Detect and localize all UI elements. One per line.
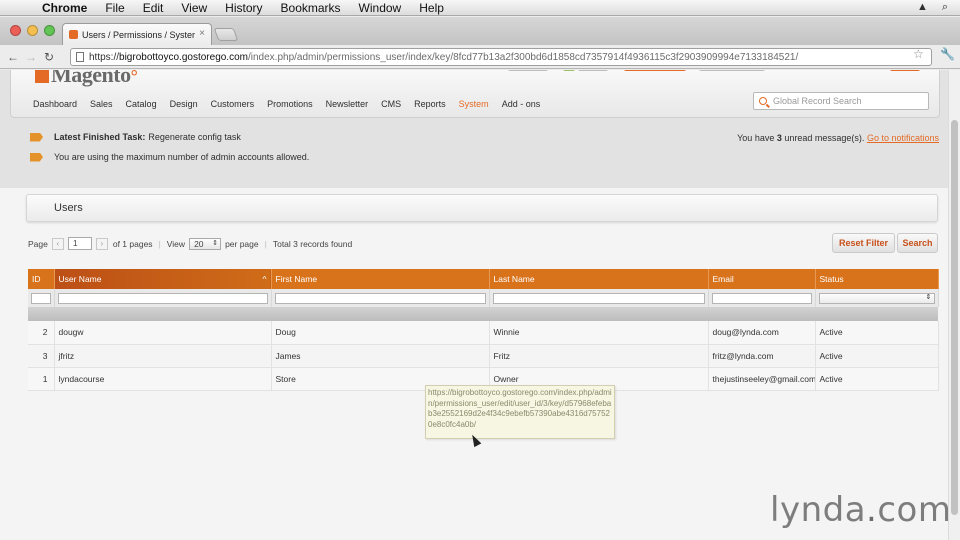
adobe-icon[interactable]: ▲ [917,1,928,14]
nav-newsletter[interactable]: Newsletter [326,99,369,109]
magento-logo[interactable]: Magento° [35,70,138,88]
link-url-tooltip: https://bigrobottoyco.gostorego.com/inde… [425,385,615,439]
column-header-email[interactable]: Email [708,269,816,289]
per-page-select[interactable]: 20 [189,237,222,250]
page-icon [76,52,84,62]
filter-last-name-input[interactable] [492,293,705,304]
menu-edit[interactable]: Edit [143,1,164,15]
window-controls [10,25,55,36]
search-icon [759,97,767,105]
task-text: Regenerate config task [148,132,241,142]
task-label: Latest Finished Task: [54,132,146,142]
address-bar[interactable]: https://bigrobottoyco.gostorego.com/inde… [70,48,932,66]
page-title: Users [54,202,83,214]
column-header-id[interactable]: ID [28,269,55,289]
flag-icon [30,152,43,162]
nav-promotions[interactable]: Promotions [267,99,313,109]
global-search-input[interactable]: Global Record Search [753,92,929,110]
table-row[interactable]: 3 jfritz James Fritz fritz@lynda.com Act… [28,344,939,368]
url-path: /index.php/admin/permissions_user/index/… [247,51,799,63]
nav-system[interactable]: System [459,99,489,109]
star-icon[interactable]: ☆ [913,47,924,61]
scrollbar-thumb[interactable] [951,120,958,515]
forward-arrow-icon[interactable]: → [22,50,40,64]
task-message: Latest Finished Task: Regenerate config … [30,132,241,142]
admin-nav: Dashboard Sales Catalog Design Customers… [33,99,540,109]
users-grid: ID User Name ^ First Name Last Name Email… [28,269,939,391]
header-link-chip[interactable] [508,70,548,71]
lynda-watermark: lynda.com [770,490,948,530]
mac-menubar: Chrome File Edit View History Bookmarks … [0,0,960,16]
column-header-user-name[interactable]: User Name ^ [54,269,272,289]
nav-dashboard[interactable]: Dashboard [33,99,77,109]
prev-page-icon[interactable]: ‹ [51,237,64,250]
header-link-chip[interactable] [563,70,575,71]
unread-count: 3 [776,133,782,143]
new-tab-button[interactable] [213,28,239,41]
filter-email-input[interactable] [711,293,812,304]
menu-app-name[interactable]: Chrome [42,1,87,15]
nav-catalog[interactable]: Catalog [126,99,157,109]
close-tab-icon[interactable]: × [199,28,205,39]
browser-tab[interactable]: Users / Permissions / Syster × [62,23,212,45]
back-arrow-icon[interactable]: ← [4,50,22,64]
reset-filter-button[interactable]: Reset Filter [832,233,895,253]
limit-text: You are using the maximum number of admi… [54,152,310,162]
magento-favicon-icon [69,30,78,39]
filter-status-select[interactable] [818,293,935,304]
header-link-chip[interactable] [578,70,608,71]
table-row[interactable]: 2 dougw Doug Winnie doug@lynda.com Activ… [28,321,939,345]
url-domain: bigrobottoyco.gostorego.com [119,51,248,63]
spotlight-search-icon[interactable]: ⌕ [942,1,948,14]
reload-icon[interactable]: ↻ [40,50,58,64]
total-records: Total 3 records found [272,238,353,249]
column-header-last-name[interactable]: Last Name [489,269,709,289]
search-button[interactable]: Search [897,233,938,253]
menu-help[interactable]: Help [419,1,444,15]
browser-tab-strip: Users / Permissions / Syster × [0,17,960,45]
go-to-notifications-link[interactable]: Go to notifications [867,133,939,143]
menu-view[interactable]: View [181,1,207,15]
tab-title: Users / Permissions / Syster [82,29,196,40]
filter-user-name-input[interactable] [57,293,268,304]
column-header-status[interactable]: Status [815,269,939,289]
grid-pager: Page ‹ 1 › of 1 pages | View 20 per page… [28,237,352,250]
header-link-chip[interactable] [699,70,765,71]
zoom-window-icon[interactable] [44,25,55,36]
limit-message: You are using the maximum number of admi… [30,152,309,162]
menu-history[interactable]: History [225,1,262,15]
filter-row [28,289,939,307]
nav-reports[interactable]: Reports [414,99,446,109]
page-scrollbar[interactable] [948,70,960,540]
menu-file[interactable]: File [105,1,124,15]
minimize-window-icon[interactable] [27,25,38,36]
wrench-icon[interactable]: 🔧 [940,47,955,61]
menu-bookmarks[interactable]: Bookmarks [281,1,341,15]
nav-design[interactable]: Design [170,99,198,109]
page-count: of 1 pages [112,238,153,249]
flag-icon [30,132,43,142]
column-header-first-name[interactable]: First Name [271,269,490,289]
page-viewport: Magento° Dashboard Sales Catalog Design … [0,70,948,540]
menu-window[interactable]: Window [359,1,402,15]
header-link-chip[interactable] [890,70,920,71]
header-panel: Magento° Dashboard Sales Catalog Design … [10,70,940,118]
sort-asc-icon: ^ [262,274,267,284]
nav-addons[interactable]: Add - ons [502,99,541,109]
header-link-chip[interactable] [624,70,686,71]
unread-messages: You have 3 unread message(s). Go to noti… [737,133,939,143]
nav-sales[interactable]: Sales [90,99,113,109]
users-section-header: Users [26,194,938,222]
filter-first-name-input[interactable] [274,293,486,304]
magento-logo-icon [35,70,49,83]
browser-toolbar: ← → ↻ https://bigrobottoyco.gostorego.co… [0,45,960,69]
nav-customers[interactable]: Customers [211,99,255,109]
nav-cms[interactable]: CMS [381,99,401,109]
page-number-input[interactable]: 1 [67,237,92,250]
next-page-icon[interactable]: › [95,237,108,250]
search-placeholder: Global Record Search [773,96,862,106]
filter-id-input[interactable] [31,293,51,304]
admin-header: Magento° Dashboard Sales Catalog Design … [0,70,948,188]
close-window-icon[interactable] [10,25,21,36]
